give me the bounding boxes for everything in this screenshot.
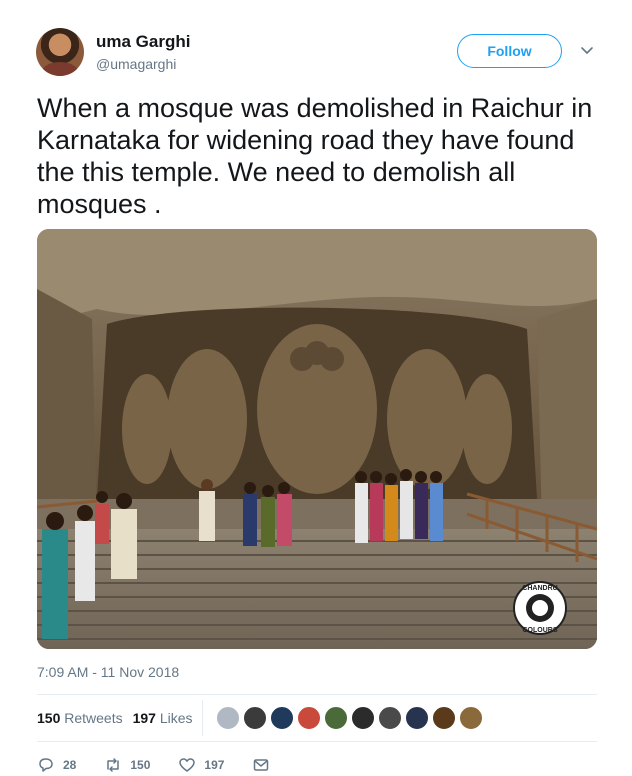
retweets-stat-count: 150 <box>37 710 61 726</box>
retweet-count: 150 <box>130 758 151 772</box>
retweet-button[interactable]: 150 <box>104 756 150 774</box>
liker-avatar[interactable] <box>432 706 456 730</box>
liker-avatar[interactable] <box>351 706 375 730</box>
likes-stat[interactable]: 197 Likes <box>133 710 193 726</box>
retweets-stat-label: Retweets <box>64 710 123 726</box>
divider <box>37 694 597 695</box>
liker-avatar[interactable] <box>297 706 321 730</box>
tweet-text: When a mosque was demolished in Raichur … <box>37 93 593 219</box>
envelope-icon <box>254 759 269 771</box>
liker-avatar[interactable] <box>324 706 348 730</box>
tweet-timestamp[interactable]: 7:09 AM - 11 Nov 2018 <box>37 664 179 680</box>
reply-button[interactable]: 28 <box>37 756 76 774</box>
svg-text:COLOURS: COLOURS <box>523 627 558 634</box>
liker-avatar[interactable] <box>216 706 240 730</box>
reply-icon <box>39 758 53 772</box>
retweet-icon <box>107 758 120 772</box>
photo-watermark: CHANDRU COLOURS <box>513 581 567 635</box>
liker-avatar[interactable] <box>243 706 267 730</box>
svg-text:CHANDRU: CHANDRU <box>522 585 557 592</box>
author-handle[interactable]: @umagarghi <box>96 56 176 72</box>
stats-separator <box>202 700 203 736</box>
likes-stat-label: Likes <box>159 710 193 726</box>
follow-button[interactable]: Follow <box>457 34 562 68</box>
like-count: 197 <box>204 758 225 772</box>
divider <box>37 741 597 742</box>
liker-avatar[interactable] <box>459 706 483 730</box>
author-avatar[interactable] <box>36 28 84 76</box>
chevron-down-icon[interactable] <box>579 42 595 58</box>
reply-count: 28 <box>63 758 77 772</box>
tweet-stats: 150 Retweets 197 Likes <box>37 710 193 726</box>
like-button[interactable]: 197 <box>178 756 224 774</box>
heart-icon <box>179 758 196 772</box>
liker-avatar[interactable] <box>378 706 402 730</box>
likes-stat-count: 197 <box>132 710 156 726</box>
liker-avatars <box>216 706 483 730</box>
liker-avatar[interactable] <box>405 706 429 730</box>
retweets-stat[interactable]: 150 Retweets <box>37 710 123 726</box>
direct-message-button[interactable] <box>252 756 270 774</box>
tweet-actions: 28 150 197 <box>37 756 298 774</box>
tweet-photo[interactable]: CHANDRU COLOURS <box>37 229 597 649</box>
author-name[interactable]: uma Garghi <box>96 32 190 52</box>
liker-avatar[interactable] <box>270 706 294 730</box>
